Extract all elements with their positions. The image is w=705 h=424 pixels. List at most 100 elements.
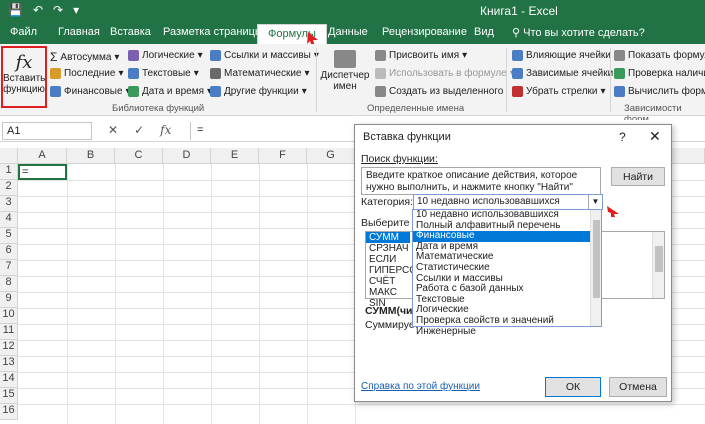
tab-file[interactable]: Файл xyxy=(10,26,37,38)
row-header[interactable]: 7 xyxy=(0,260,18,276)
customize-qat-icon[interactable]: ▾ xyxy=(73,3,79,17)
book-icon xyxy=(50,86,61,97)
a-book-icon xyxy=(128,68,139,79)
search-input[interactable]: Введите краткое описание действия, котор… xyxy=(361,167,601,195)
row-header[interactable]: 14 xyxy=(0,372,18,388)
list-scrollbar[interactable] xyxy=(652,232,664,298)
dropdown-item[interactable]: 10 недавно использовавшихся xyxy=(413,209,601,221)
cancel-button[interactable]: Отмена xyxy=(609,377,667,397)
financial-button[interactable]: Финансовые ▾ xyxy=(50,86,131,97)
autosum-button[interactable]: Σ Автосумма ▾ xyxy=(50,50,119,64)
redo-icon[interactable]: ↷ xyxy=(53,3,63,17)
save-icon[interactable]: 💾 xyxy=(8,3,23,17)
trace-precedents-button[interactable]: Влияющие ячейки xyxy=(512,50,611,61)
tab-view[interactable]: Вид xyxy=(474,26,494,38)
cancel-icon[interactable]: ✕ xyxy=(108,123,118,137)
separator xyxy=(316,48,317,112)
logical-label: Логические xyxy=(142,50,195,61)
remove-arrows-icon xyxy=(512,86,523,97)
theta-book-icon xyxy=(210,68,221,79)
category-select[interactable]: 10 недавно использовавшихся ▼ xyxy=(413,194,603,210)
row-header[interactable]: 5 xyxy=(0,228,18,244)
insert-function-button[interactable]: fx Вставить функцию xyxy=(1,46,47,108)
tell-me-search[interactable]: ⚲ Что вы хотите сделать? xyxy=(512,26,645,39)
row-header[interactable]: 1 xyxy=(0,164,18,180)
use-in-formula-button[interactable]: Использовать в формуле ▾ xyxy=(375,68,515,79)
list-item[interactable]: СУММ xyxy=(366,232,410,243)
text-button[interactable]: Текстовые ▾ xyxy=(128,68,199,79)
remove-arrows-button[interactable]: Убрать стрелки ▾ xyxy=(512,86,606,97)
tab-review[interactable]: Рецензирование xyxy=(382,26,467,38)
undo-icon[interactable]: ↶ xyxy=(33,3,43,17)
financial-label: Финансовые xyxy=(64,86,123,97)
column-header-b[interactable]: B xyxy=(67,148,115,164)
datetime-button[interactable]: Дата и время ▾ xyxy=(128,86,212,97)
show-formulas-button[interactable]: Показать формулы xyxy=(614,50,705,61)
fx-icon: fx xyxy=(15,52,33,73)
lookup-button[interactable]: Ссылки и массивы ▾ xyxy=(210,50,319,61)
row-header[interactable]: 11 xyxy=(0,324,18,340)
tell-me-label: Что вы хотите сделать? xyxy=(523,27,645,39)
name-manager-button[interactable]: Диспетчер имен xyxy=(320,48,370,92)
function-signature: СУММ(чис xyxy=(365,305,419,317)
select-all-corner[interactable] xyxy=(0,148,18,164)
recent-label: Последние xyxy=(64,68,116,79)
more-functions-button[interactable]: Другие функции ▾ xyxy=(210,86,307,97)
dropdown-scrollbar[interactable] xyxy=(590,210,601,326)
row-header[interactable]: 15 xyxy=(0,388,18,404)
row-header[interactable]: 4 xyxy=(0,212,18,228)
separator xyxy=(506,48,507,112)
category-dropdown[interactable]: 10 недавно использовавшихся Полный алфав… xyxy=(412,209,602,336)
row-header[interactable]: 16 xyxy=(0,404,18,420)
math-button[interactable]: Математические ▾ xyxy=(210,68,310,79)
column-header-f[interactable]: F xyxy=(259,148,307,164)
use-in-formula-label: Использовать в формуле xyxy=(389,68,507,79)
logical-button[interactable]: Логические ▾ xyxy=(128,50,203,61)
insert-function-icon[interactable]: fx xyxy=(160,123,171,137)
question-book-icon xyxy=(128,50,139,61)
row-header[interactable]: 6 xyxy=(0,244,18,260)
column-header-a[interactable]: A xyxy=(18,148,67,164)
remove-arrows-label: Убрать стрелки xyxy=(526,86,598,97)
scroll-thumb[interactable] xyxy=(593,220,600,298)
tab-data[interactable]: Данные xyxy=(328,26,368,38)
name-box[interactable]: A1 xyxy=(2,122,92,140)
row-header[interactable]: 12 xyxy=(0,340,18,356)
row-header[interactable]: 9 xyxy=(0,292,18,308)
evaluate-formula-button[interactable]: Вычислить формулу xyxy=(614,86,705,97)
column-header-e[interactable]: E xyxy=(211,148,259,164)
dependents-icon xyxy=(512,68,523,79)
trace-dependents-button[interactable]: Зависимые ячейки xyxy=(512,68,613,79)
ok-button[interactable]: ОК xyxy=(545,377,601,397)
column-header-c[interactable]: C xyxy=(115,148,163,164)
error-check-button[interactable]: Проверка наличия xyxy=(614,68,705,79)
column-header-g[interactable]: G xyxy=(307,148,355,164)
tab-page-layout[interactable]: Разметка страницы xyxy=(163,26,263,38)
dropdown-item[interactable]: Проверка свойств и значений xyxy=(413,315,601,327)
evaluate-icon xyxy=(614,86,625,97)
cell-a1[interactable]: = xyxy=(18,164,67,180)
define-name-button[interactable]: Присвоить имя ▾ xyxy=(375,50,467,61)
library-group-label: Библиотека функций xyxy=(112,103,205,114)
datetime-label: Дата и время xyxy=(142,86,205,97)
scroll-thumb[interactable] xyxy=(655,246,663,272)
tab-insert[interactable]: Вставка xyxy=(110,26,151,38)
row-header[interactable]: 2 xyxy=(0,180,18,196)
row-header[interactable]: 13 xyxy=(0,356,18,372)
column-header-d[interactable]: D xyxy=(163,148,211,164)
create-from-selection-button[interactable]: Создать из выделенного xyxy=(375,86,503,97)
tab-home[interactable]: Главная xyxy=(58,26,100,38)
dropdown-item[interactable]: Инженерные xyxy=(413,326,601,338)
find-button[interactable]: Найти xyxy=(611,167,665,186)
recent-button[interactable]: Последние ▾ xyxy=(50,68,123,79)
dropdown-item[interactable]: Статистические xyxy=(413,262,601,274)
more-book-icon xyxy=(210,86,221,97)
row-header[interactable]: 8 xyxy=(0,276,18,292)
close-icon[interactable]: ✕ xyxy=(649,128,661,145)
help-icon[interactable]: ? xyxy=(619,130,626,144)
help-link[interactable]: Справка по этой функции xyxy=(361,381,480,392)
enter-icon[interactable]: ✓ xyxy=(134,123,144,137)
chevron-down-icon[interactable]: ▼ xyxy=(588,195,602,209)
row-header[interactable]: 3 xyxy=(0,196,18,212)
row-header[interactable]: 10 xyxy=(0,308,18,324)
